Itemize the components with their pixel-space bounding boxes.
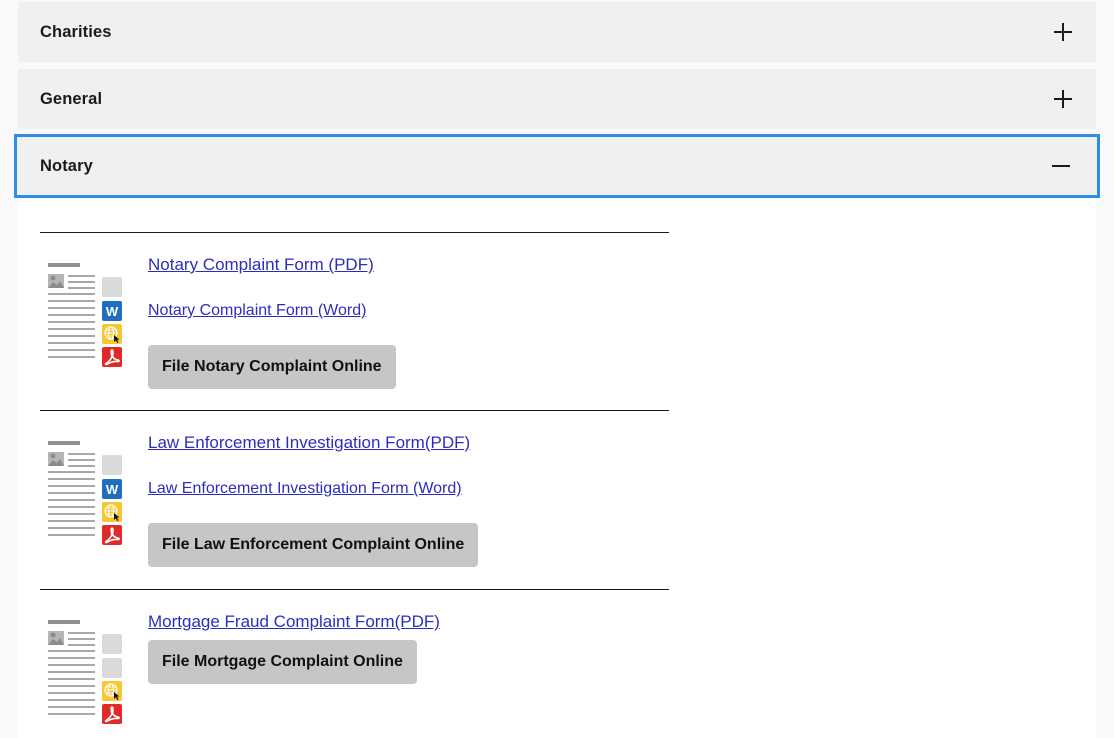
- file-law-enforcement-complaint-button[interactable]: File Law Enforcement Complaint Online: [148, 523, 479, 567]
- accordion-title: General: [40, 89, 103, 108]
- web-badge-icon: [102, 681, 122, 701]
- file-notary-complaint-button[interactable]: File Notary Complaint Online: [148, 345, 396, 389]
- document-links: Mortgage Fraud Complaint Form(PDF) File …: [148, 610, 440, 684]
- web-badge-icon: [102, 324, 122, 344]
- document-links: Law Enforcement Investigation Form(PDF) …: [148, 431, 479, 567]
- word-badge-icon: [102, 301, 122, 321]
- accordion-title: Notary: [40, 156, 93, 175]
- plus-icon[interactable]: [1054, 23, 1072, 41]
- blank-badge-icon: [102, 455, 122, 475]
- document-item: Mortgage Fraud Complaint Form(PDF) File …: [40, 589, 669, 730]
- document-links: Notary Complaint Form (PDF) Notary Compl…: [148, 253, 396, 389]
- pdf-form-link[interactable]: Notary Complaint Form (PDF): [148, 253, 396, 277]
- document-thumbnail-icon: [46, 263, 126, 367]
- accordion-header-charities[interactable]: Charities: [18, 2, 1096, 62]
- accordion-title: Charities: [40, 22, 112, 41]
- document-list: Notary Complaint Form (PDF) Notary Compl…: [40, 232, 669, 730]
- pdf-badge-icon: [102, 347, 122, 367]
- accordion-header-general[interactable]: General: [18, 69, 1096, 129]
- minus-icon[interactable]: [1052, 157, 1070, 175]
- accordion: Charities General Notary Notary Complain…: [14, 0, 1100, 738]
- web-badge-icon: [102, 502, 122, 522]
- notary-panel: Notary Complaint Form (PDF) Notary Compl…: [18, 198, 1096, 738]
- blank-badge-icon: [102, 277, 122, 297]
- plus-icon[interactable]: [1054, 90, 1072, 108]
- accordion-header-notary[interactable]: Notary: [14, 134, 1100, 198]
- blank-badge-icon: [102, 634, 122, 654]
- pdf-badge-icon: [102, 704, 122, 724]
- word-form-link[interactable]: Notary Complaint Form (Word): [148, 299, 396, 323]
- file-mortgage-complaint-button[interactable]: File Mortgage Complaint Online: [148, 640, 417, 684]
- document-item: Law Enforcement Investigation Form(PDF) …: [40, 410, 669, 589]
- blank-badge-icon: [102, 658, 122, 678]
- document-thumbnail-icon: [46, 620, 126, 724]
- pdf-badge-icon: [102, 525, 122, 545]
- document-thumbnail-icon: [46, 441, 126, 545]
- word-form-link[interactable]: Law Enforcement Investigation Form (Word…: [148, 477, 478, 501]
- pdf-form-link[interactable]: Law Enforcement Investigation Form(PDF): [148, 431, 478, 455]
- word-badge-icon: [102, 479, 122, 499]
- pdf-form-link[interactable]: Mortgage Fraud Complaint Form(PDF): [148, 610, 440, 634]
- document-item: Notary Complaint Form (PDF) Notary Compl…: [40, 232, 669, 410]
